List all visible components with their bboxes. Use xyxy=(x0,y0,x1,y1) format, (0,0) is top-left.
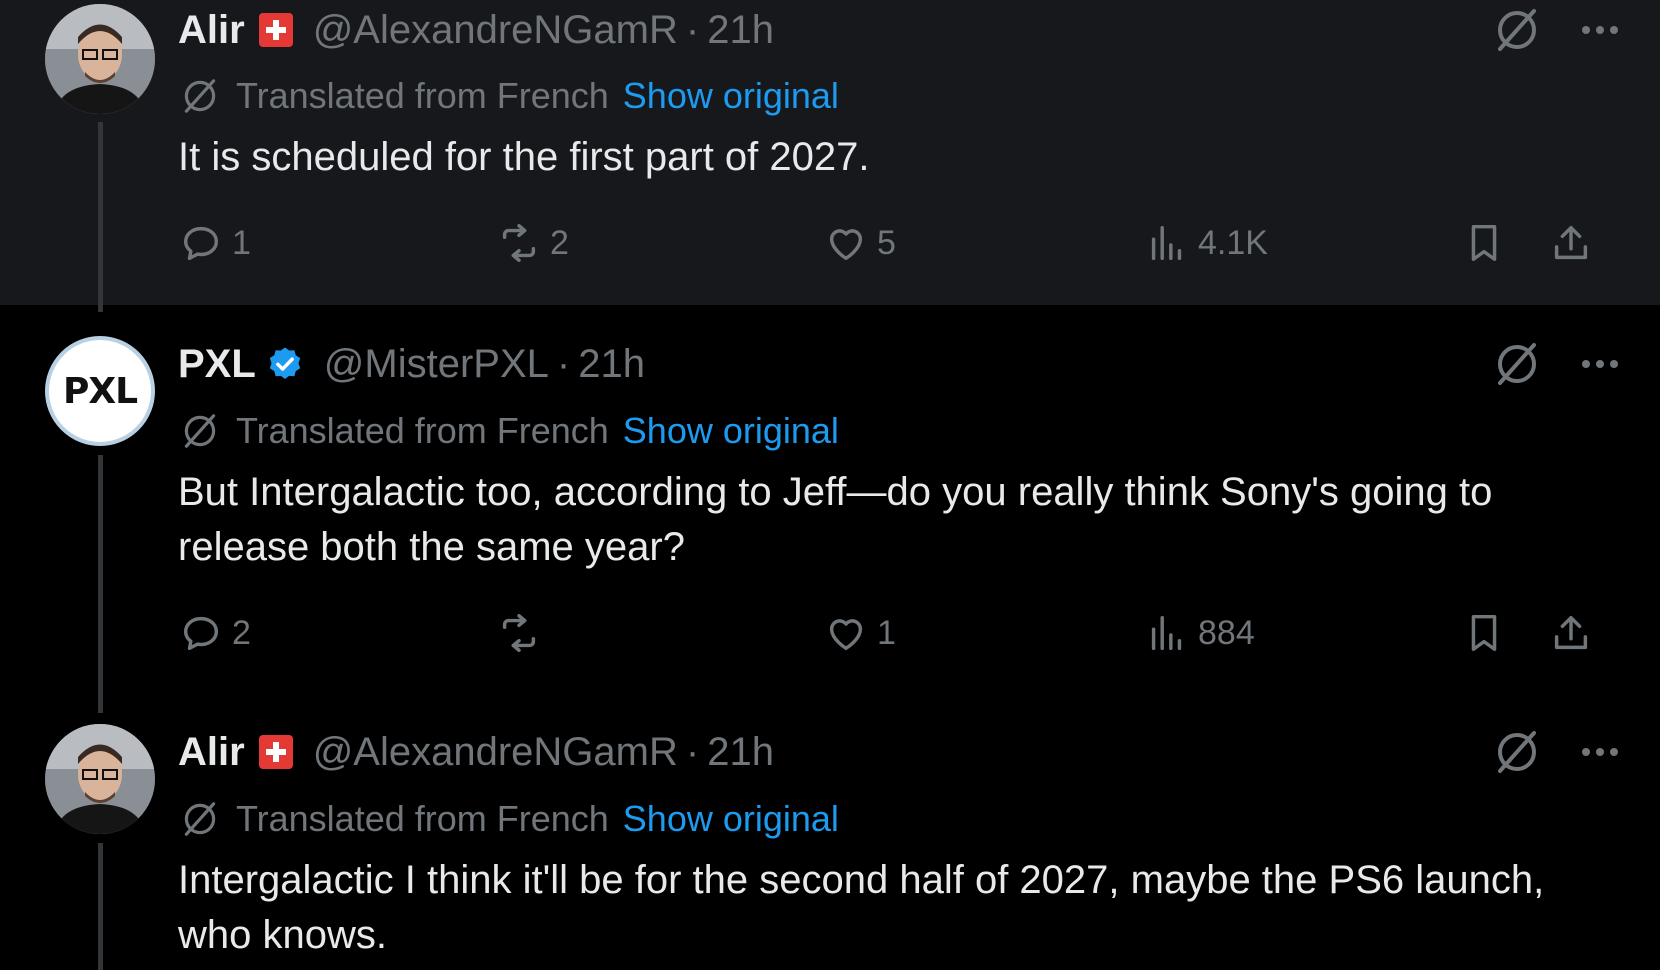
bookmark-button[interactable] xyxy=(1461,217,1507,269)
tweet-actions: 2 1 884 xyxy=(178,607,1608,659)
timestamp[interactable]: 21h xyxy=(578,342,645,387)
thread-line xyxy=(98,455,103,693)
tweet-actions: 1 2 5 4.1K xyxy=(178,217,1608,269)
translation-notice: Translated from French Show original xyxy=(180,797,839,841)
separator: · xyxy=(685,7,700,52)
user-photo-icon xyxy=(45,724,155,834)
views-count: 884 xyxy=(1198,613,1255,652)
more-icon[interactable] xyxy=(1580,24,1620,36)
show-original-link[interactable]: Show original xyxy=(623,798,839,840)
timestamp[interactable]: 21h xyxy=(707,8,774,53)
reply-button[interactable]: 1 xyxy=(178,217,251,269)
share-icon xyxy=(1554,225,1588,260)
tweet-top-icons xyxy=(1492,726,1620,778)
tweet-top-icons xyxy=(1492,4,1620,56)
translation-notice: Translated from French Show original xyxy=(180,74,839,118)
share-button[interactable] xyxy=(1548,217,1594,269)
user-handle[interactable]: @AlexandreNGamR xyxy=(313,730,678,775)
swiss-flag-icon xyxy=(258,735,293,769)
like-button[interactable]: 1 xyxy=(823,607,896,659)
tweet[interactable]: PXL PXL @MisterPXL · 21h Translated from… xyxy=(0,305,1660,693)
more-icon[interactable] xyxy=(1580,358,1620,370)
translate-icon[interactable] xyxy=(1492,5,1542,55)
translation-label: Translated from French xyxy=(236,410,609,451)
tweet-header: Alir @AlexandreNGamR · 21h xyxy=(178,4,774,56)
separator: · xyxy=(685,729,700,774)
tweet[interactable]: Alir @AlexandreNGamR · 21h Translated fr… xyxy=(0,0,1660,305)
translate-icon xyxy=(180,76,220,116)
repost-icon xyxy=(502,224,536,262)
bookmark-button[interactable] xyxy=(1461,607,1507,659)
thread-line xyxy=(98,122,103,305)
show-original-link[interactable]: Show original xyxy=(623,75,839,117)
like-button[interactable]: 5 xyxy=(823,217,896,269)
avatar[interactable]: PXL xyxy=(45,336,155,446)
like-icon xyxy=(829,619,863,651)
timestamp[interactable]: 21h xyxy=(707,730,774,775)
bookmark-icon xyxy=(1471,614,1497,652)
reply-count: 2 xyxy=(232,613,251,652)
separator: · xyxy=(556,341,571,386)
translate-icon[interactable] xyxy=(1492,727,1542,777)
tweet-text: Intergalactic I think it'll be for the s… xyxy=(178,858,1545,957)
translation-label: Translated from French xyxy=(236,75,609,116)
translation-notice: Translated from French Show original xyxy=(180,409,839,453)
tweet-header: Alir @AlexandreNGamR · 21h xyxy=(178,726,774,778)
repost-button[interactable] xyxy=(496,607,550,659)
verified-badge-icon xyxy=(266,345,304,383)
thread-line xyxy=(98,305,103,312)
more-icon[interactable] xyxy=(1580,746,1620,758)
views-count: 4.1K xyxy=(1198,223,1268,262)
tweet-top-icons xyxy=(1492,338,1620,390)
repost-button[interactable]: 2 xyxy=(496,217,569,269)
translate-icon xyxy=(180,799,220,839)
views-icon xyxy=(1151,225,1182,261)
bookmark-icon xyxy=(1471,224,1497,262)
views-button[interactable]: 4.1K xyxy=(1144,217,1268,269)
like-icon xyxy=(829,229,863,261)
swiss-flag-icon xyxy=(258,13,293,47)
show-original-link[interactable]: Show original xyxy=(623,410,839,452)
views-icon xyxy=(1151,615,1182,651)
views-button[interactable]: 884 xyxy=(1144,607,1255,659)
reply-icon xyxy=(183,226,219,261)
display-name[interactable]: Alir xyxy=(178,730,245,775)
avatar[interactable] xyxy=(45,4,155,114)
like-count: 1 xyxy=(877,613,896,652)
share-icon xyxy=(1554,615,1588,650)
tweet-text: It is scheduled for the first part of 20… xyxy=(178,135,870,179)
display-name[interactable]: Alir xyxy=(178,8,245,53)
share-button[interactable] xyxy=(1548,607,1594,659)
user-photo-icon xyxy=(45,4,155,114)
repost-icon xyxy=(502,614,536,652)
repost-count: 2 xyxy=(550,223,569,262)
thread-line xyxy=(98,843,103,970)
avatar[interactable] xyxy=(45,724,155,834)
translate-icon xyxy=(180,411,220,451)
display-name[interactable]: PXL xyxy=(178,342,256,387)
reply-button[interactable]: 2 xyxy=(178,607,251,659)
tweet-header: PXL @MisterPXL · 21h xyxy=(178,338,645,390)
user-handle[interactable]: @MisterPXL xyxy=(324,342,549,387)
user-handle[interactable]: @AlexandreNGamR xyxy=(313,8,678,53)
avatar-logo: PXL xyxy=(62,370,138,412)
tweet-text: But Intergalactic too, according to Jeff… xyxy=(178,470,1493,569)
thread-line xyxy=(98,693,103,713)
reply-icon xyxy=(183,616,219,651)
like-count: 5 xyxy=(877,223,896,262)
reply-count: 1 xyxy=(232,223,251,262)
translation-label: Translated from French xyxy=(236,798,609,839)
translate-icon[interactable] xyxy=(1492,339,1542,389)
tweet[interactable]: Alir @AlexandreNGamR · 21h Translated fr… xyxy=(0,693,1660,970)
